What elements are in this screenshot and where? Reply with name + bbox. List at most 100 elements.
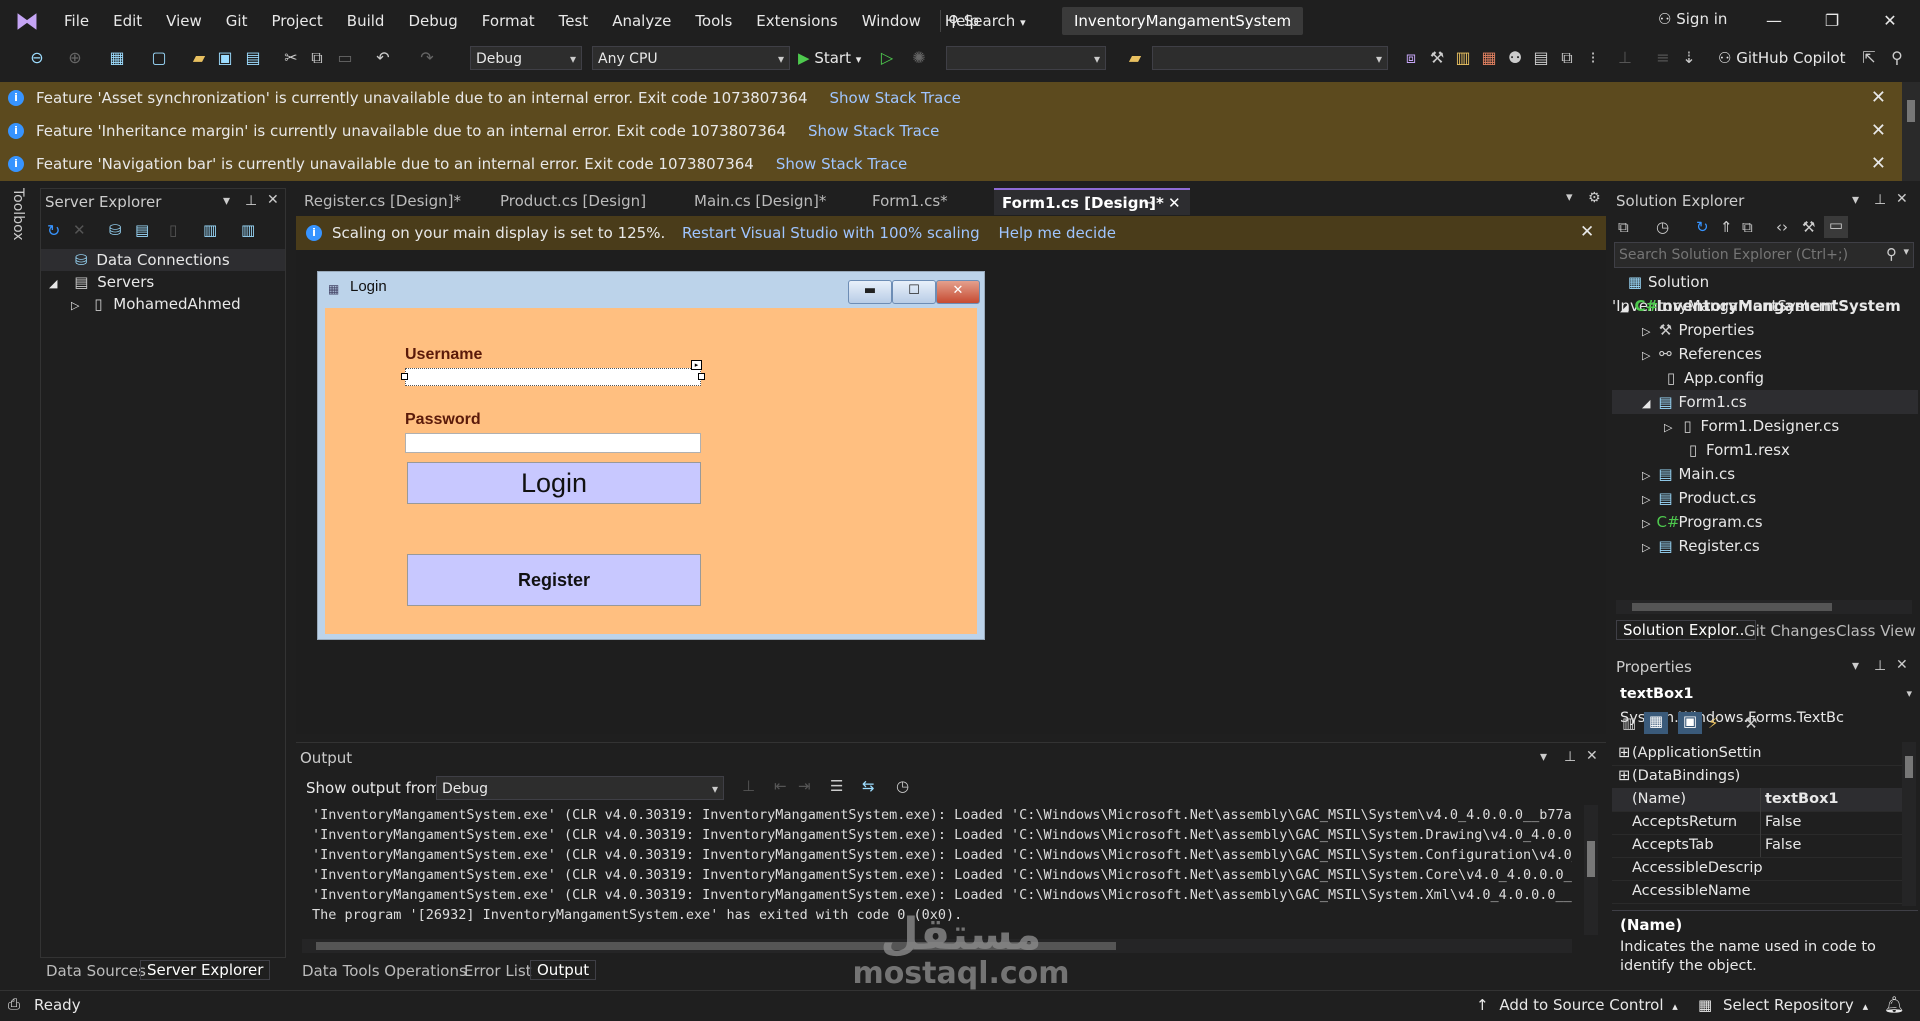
target-dropdown[interactable]: [946, 46, 1106, 71]
close-icon[interactable]: ✕: [1580, 222, 1594, 242]
smart-tag-icon[interactable]: ▸: [691, 360, 702, 370]
sol-item-app-config[interactable]: ▯ App.config: [1612, 366, 1918, 390]
gear-icon[interactable]: ⚙: [1588, 190, 1601, 206]
login-form-window[interactable]: ▦ Login ▬ ☐ ✕ Username ▸ Password Login …: [317, 271, 985, 640]
menu-format[interactable]: Format: [470, 0, 547, 42]
alphabetical-icon[interactable]: ▦: [1644, 712, 1668, 734]
menu-window[interactable]: Window: [850, 0, 933, 42]
view-code-icon[interactable]: ‹›: [1776, 218, 1788, 236]
close-icon[interactable]: ✕: [1871, 87, 1886, 108]
dropdown-icon[interactable]: ▾: [223, 193, 230, 209]
properties-icon[interactable]: ▯: [169, 221, 177, 239]
refresh-icon[interactable]: ↻: [47, 221, 60, 240]
sol-item-project[interactable]: ◢ C#InventoryMangamentSystem: [1612, 294, 1918, 318]
tab-git-changes[interactable]: Git Changes: [1744, 622, 1836, 640]
search-button[interactable]: ⚲ Search ▾: [948, 9, 1048, 33]
tree-node-servers[interactable]: ◢ ▤ Servers: [41, 271, 154, 293]
show-all-files-icon[interactable]: ⧉: [1742, 218, 1753, 236]
close-button[interactable]: ✕: [1870, 4, 1910, 38]
register-button[interactable]: Register: [407, 554, 701, 606]
menu-tools[interactable]: Tools: [683, 0, 744, 42]
form-minimize-button[interactable]: ▬: [848, 280, 892, 304]
pin-icon[interactable]: ⊥: [1874, 192, 1886, 208]
tab-form1-design[interactable]: Form1.cs [Design]* ⊸ ✕: [994, 188, 1190, 215]
redo-icon[interactable]: ↷: [414, 46, 440, 70]
open-folder-icon[interactable]: ▰: [186, 46, 212, 70]
save-all-icon[interactable]: ▤: [240, 46, 266, 70]
sol-item-form1-designer[interactable]: ▷ ▯ Form1.Designer.cs: [1612, 414, 1918, 438]
menu-extensions[interactable]: Extensions: [744, 0, 849, 42]
resize-handle-right[interactable]: [698, 373, 705, 380]
config-dropdown[interactable]: Debug: [470, 46, 582, 71]
output-vertical-scrollbar[interactable]: [1584, 805, 1598, 935]
close-icon[interactable]: ✕: [1896, 191, 1908, 207]
tab-output[interactable]: Output: [530, 960, 597, 980]
menu-git[interactable]: Git: [214, 0, 260, 42]
find-message-icon[interactable]: ⊥: [742, 777, 755, 795]
close-tab-icon[interactable]: ✕: [1168, 190, 1181, 217]
undo-icon[interactable]: ↶: [370, 46, 396, 70]
designer-view-icon[interactable]: ▭: [1824, 216, 1848, 238]
sol-item-references[interactable]: ▷ ⚯ References: [1612, 342, 1918, 366]
select-repository-button[interactable]: ▦ Select Repository ▴: [1698, 996, 1868, 1014]
save-icon[interactable]: ▣: [212, 46, 238, 70]
password-textbox[interactable]: [405, 433, 701, 453]
word-wrap-icon[interactable]: ⇆: [862, 777, 875, 795]
show-stack-trace-link[interactable]: Show Stack Trace: [830, 89, 961, 107]
restart-scaling-link[interactable]: Restart Visual Studio with 100% scaling: [682, 224, 980, 242]
close-icon[interactable]: ✕: [1586, 748, 1598, 764]
sol-item-form1[interactable]: ◢ ▤ Form1.cs: [1612, 390, 1918, 414]
order-icon[interactable]: ≡: [1650, 46, 1676, 70]
pin-icon[interactable]: ⊥: [1564, 749, 1576, 765]
properties-scrollbar[interactable]: [1902, 742, 1916, 906]
tree-node-mohamedahmed[interactable]: ▷ ▯ MohamedAhmed: [41, 293, 241, 315]
expand-icon[interactable]: ⊞: [1618, 765, 1630, 788]
connect-server-icon[interactable]: ▤: [135, 221, 149, 239]
tab-register-design[interactable]: Register.cs [Design]*: [296, 188, 494, 215]
scroll-thumb[interactable]: [1587, 841, 1595, 877]
filter-icon[interactable]: ▥: [241, 221, 255, 239]
cut-icon[interactable]: ✂: [278, 46, 304, 70]
categorized-icon[interactable]: ▥: [1622, 714, 1636, 732]
startup-item-dropdown[interactable]: [1152, 46, 1388, 71]
tab-form1-code[interactable]: Form1.cs*: [864, 188, 998, 215]
start-without-debugging-icon[interactable]: ▷: [874, 46, 900, 70]
solution-horizontal-scrollbar[interactable]: [1616, 600, 1912, 614]
azure-icon[interactable]: ▥: [203, 221, 217, 239]
pin-icon[interactable]: ⊥: [1874, 658, 1886, 674]
browse-icon[interactable]: ▰: [1122, 46, 1148, 70]
tab-server-explorer[interactable]: Server Explorer: [140, 960, 271, 980]
add-to-source-control-button[interactable]: ↑ Add to Source Control ▴: [1476, 996, 1678, 1014]
solution-search-input[interactable]: [1615, 243, 1861, 267]
dropdown-icon[interactable]: ▾: [1540, 749, 1547, 765]
menu-edit[interactable]: Edit: [101, 0, 154, 42]
forward-icon[interactable]: ⊕: [62, 46, 88, 70]
new-project-icon[interactable]: ▦: [104, 46, 130, 70]
connect-database-icon[interactable]: ⛁: [109, 221, 122, 239]
collapse-all-icon[interactable]: ⇑: [1720, 218, 1733, 236]
layout-icon[interactable]: ▤: [1528, 46, 1554, 70]
properties-view-icon[interactable]: ▣: [1678, 712, 1702, 734]
prop-value[interactable]: False: [1760, 811, 1905, 834]
scroll-thumb[interactable]: [1632, 603, 1832, 611]
sol-item-program[interactable]: ▷ C#Program.cs: [1612, 510, 1918, 534]
menu-project[interactable]: Project: [259, 0, 334, 42]
notifications-bell-icon[interactable]: 🔔︎: [1884, 995, 1904, 1014]
tab-error-list[interactable]: Error List: [464, 962, 532, 980]
tab-class-view[interactable]: Class View: [1836, 622, 1916, 640]
prop-row-accepts-tab[interactable]: AcceptsTab False: [1612, 834, 1912, 858]
username-textbox[interactable]: [405, 368, 701, 386]
menu-build[interactable]: Build: [335, 0, 397, 42]
close-icon[interactable]: ✕: [267, 192, 279, 208]
menu-file[interactable]: File: [52, 0, 101, 42]
menu-debug[interactable]: Debug: [396, 0, 469, 42]
form-maximize-button[interactable]: ☐: [892, 280, 936, 304]
history-icon[interactable]: ◷: [1656, 218, 1669, 236]
toolbox-tab[interactable]: Toolbox: [10, 188, 26, 241]
output-source-dropdown[interactable]: Debug: [436, 776, 724, 801]
prop-row-accessible-description[interactable]: AccessibleDescript: [1612, 857, 1912, 881]
close-icon[interactable]: ✕: [1871, 120, 1886, 141]
prop-row-data-bindings[interactable]: ⊞ (DataBindings): [1612, 765, 1912, 789]
pin-icon[interactable]: ⊥: [245, 193, 257, 209]
minimize-button[interactable]: —: [1754, 4, 1794, 38]
